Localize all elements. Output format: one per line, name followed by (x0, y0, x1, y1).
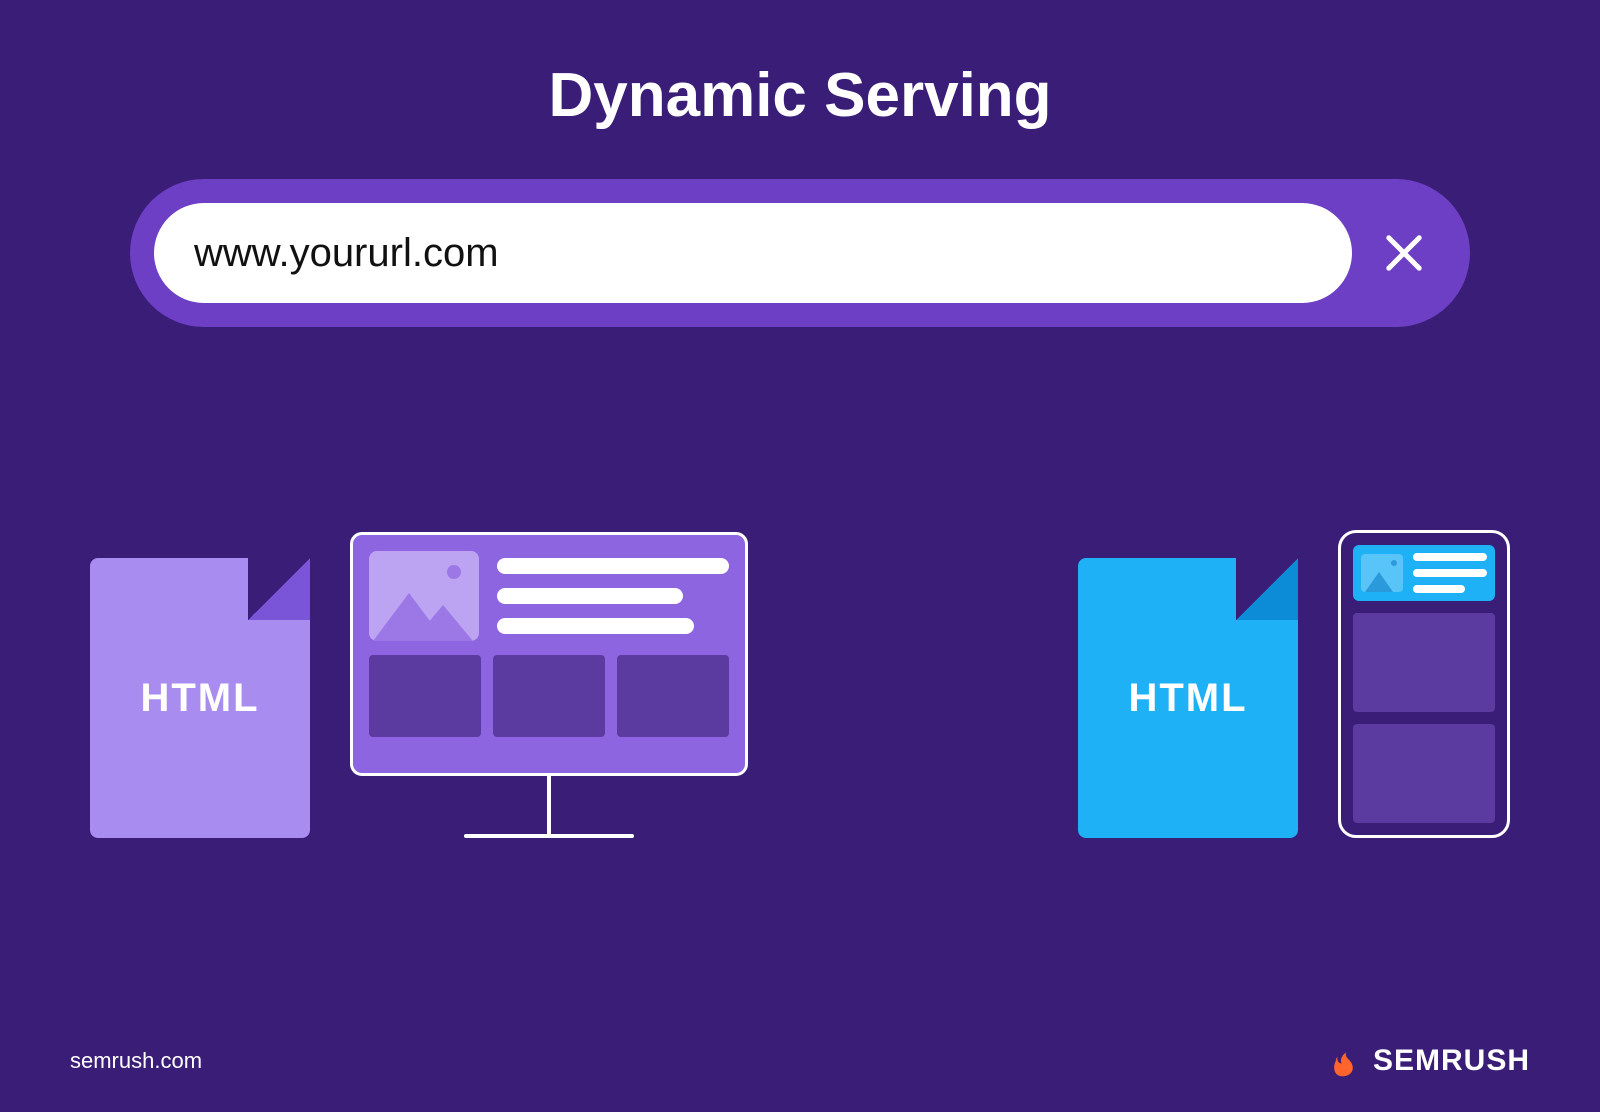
hero-section (369, 551, 729, 641)
text-line (497, 558, 729, 574)
text-line (497, 588, 683, 604)
image-placeholder-icon (369, 551, 479, 641)
text-line (1413, 553, 1487, 561)
file-fold-icon (248, 558, 310, 620)
footer: semrush.com SEMRUSH (0, 1044, 1600, 1078)
cards-row (369, 655, 729, 737)
devices-row: HTML (0, 530, 1600, 838)
text-line (497, 618, 694, 634)
text-lines (1413, 553, 1487, 593)
monitor-stand (547, 776, 551, 834)
brand-logo: SEMRUSH (1329, 1044, 1530, 1078)
text-line (1413, 585, 1465, 593)
monitor-screen (350, 532, 748, 776)
flame-icon (1329, 1044, 1363, 1078)
html-file-desktop-icon: HTML (90, 558, 310, 838)
card (493, 655, 605, 737)
image-placeholder-icon (1361, 554, 1403, 592)
desktop-monitor-icon (350, 532, 748, 838)
phone-topbar (1353, 545, 1495, 601)
text-lines (497, 558, 729, 634)
mobile-phone-icon (1338, 530, 1510, 838)
file-label: HTML (140, 676, 259, 721)
file-label: HTML (1128, 676, 1247, 721)
close-icon[interactable] (1382, 231, 1426, 275)
content-block (1353, 724, 1495, 823)
desktop-group: HTML (90, 530, 748, 838)
content-block (1353, 613, 1495, 712)
file-fold-icon (1236, 558, 1298, 620)
mobile-group: HTML (1078, 530, 1510, 838)
html-file-mobile-icon: HTML (1078, 558, 1298, 838)
card (617, 655, 729, 737)
page-title: Dynamic Serving (0, 60, 1600, 131)
url-bar: www.yoururl.com (130, 179, 1470, 327)
text-line (1413, 569, 1487, 577)
brand-name: SEMRUSH (1373, 1044, 1530, 1078)
card (369, 655, 481, 737)
url-input[interactable]: www.yoururl.com (154, 203, 1352, 303)
monitor-base (464, 834, 634, 838)
